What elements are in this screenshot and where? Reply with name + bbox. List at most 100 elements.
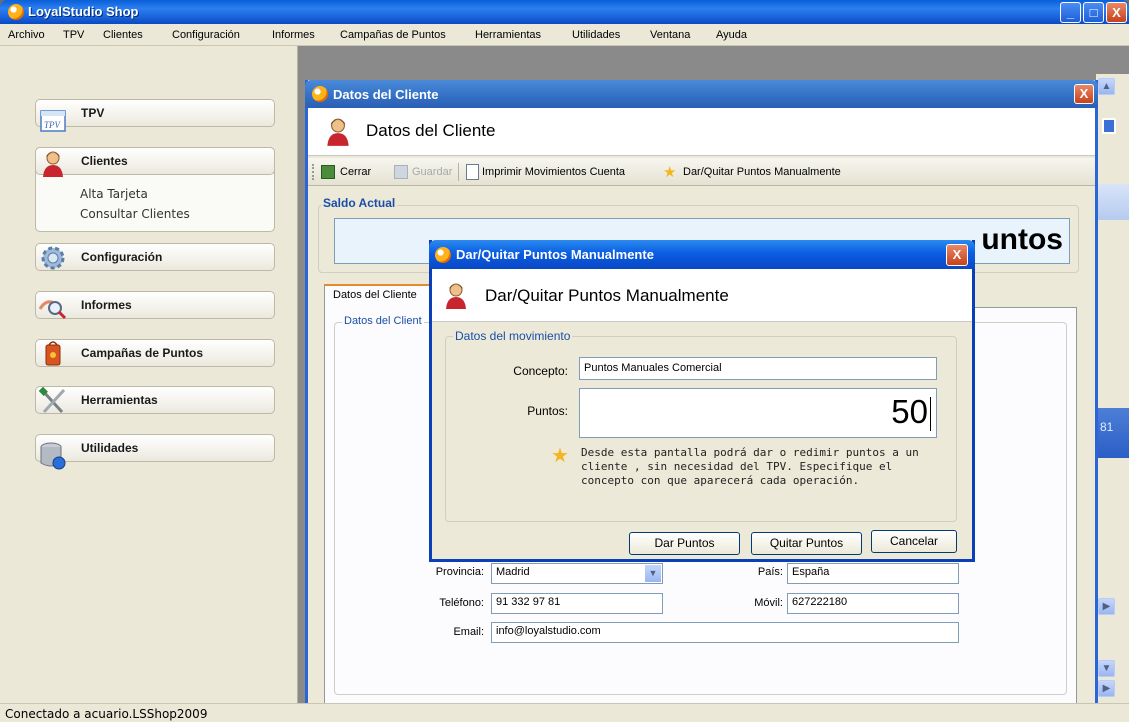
menu-tpv[interactable]: TPV <box>63 29 84 41</box>
save-icon <box>394 165 408 179</box>
app-logo-icon <box>8 4 24 20</box>
client-header-icon <box>327 118 349 146</box>
nav-informes-label: Informes <box>81 298 132 312</box>
movil-field[interactable]: 627222180 <box>787 593 959 614</box>
menu-bar: Archivo TPV Clientes Configuración Infor… <box>0 24 1129 46</box>
menu-configuracion[interactable]: Configuración <box>172 29 240 41</box>
dialog-heading: Dar/Quitar Puntos Manualmente <box>485 286 729 305</box>
cancelar-button[interactable]: Cancelar <box>871 530 957 553</box>
nav-herramientas-label: Herramientas <box>81 393 158 407</box>
email-label: Email: <box>453 626 484 638</box>
tab-datos-cliente[interactable]: Datos del Cliente <box>324 284 432 308</box>
nav-campanas-label: Campañas de Puntos <box>81 346 204 360</box>
email-value: info@loyalstudio.com <box>496 625 601 637</box>
window-icon <box>1102 118 1116 134</box>
menu-campanas[interactable]: Campañas de Puntos <box>340 29 446 41</box>
saldo-group-title: Saldo Actual <box>321 196 398 210</box>
gear-icon <box>41 246 65 270</box>
app-title: LoyalStudio Shop <box>28 4 139 19</box>
nav-campanas-button[interactable]: Campañas de Puntos <box>35 339 275 367</box>
scroll-down-button[interactable]: ▼ <box>1098 660 1115 677</box>
menu-archivo[interactable]: Archivo <box>8 29 45 41</box>
nav-informes-button[interactable]: Informes <box>35 291 275 319</box>
nav-utilidades-button[interactable]: Utilidades <box>35 434 275 462</box>
text-cursor <box>930 397 931 431</box>
scroll-up-button[interactable]: ▲ <box>1098 78 1115 95</box>
status-bar: Conectado a acuario.LSShop2009 <box>0 703 1129 722</box>
status-text: Conectado a acuario.LSShop2009 <box>5 707 208 721</box>
nav-clientes-label: Clientes <box>81 154 128 168</box>
tab-datos-cliente-label: Datos del Cliente <box>333 289 417 301</box>
nav-configuracion-button[interactable]: Configuración <box>35 243 275 271</box>
toolbar-imprimir-button[interactable]: Imprimir Movimientos Cuenta <box>482 166 625 178</box>
print-icon <box>466 164 479 180</box>
puntos-value: 50 <box>891 393 928 430</box>
maximize-button[interactable]: □ <box>1083 2 1104 23</box>
movil-value: 627222180 <box>792 596 848 608</box>
quitar-puntos-button[interactable]: Quitar Puntos <box>751 532 862 555</box>
telefono-value: 91 332 97 81 <box>496 596 561 608</box>
provincia-select[interactable]: Madrid ▼ <box>491 563 663 584</box>
navigation-pane: TPV TPV Clientes Alta Tarjeta Consultar … <box>0 46 298 703</box>
background-window-fragment: 81 ▲ ▶ ▼ ▶ <box>1096 74 1129 703</box>
nav-configuracion-label: Configuración <box>81 250 163 264</box>
nav-utilidades-label: Utilidades <box>81 441 139 455</box>
provincia-value: Madrid <box>496 566 530 578</box>
menu-clientes[interactable]: Clientes <box>103 29 143 41</box>
star-icon: ★ <box>663 164 677 181</box>
movil-label: Móvil: <box>754 597 783 609</box>
client-window-titlebar: Datos del Cliente X <box>305 80 1098 108</box>
pais-value: España <box>792 566 830 578</box>
scroll-right-button-2[interactable]: ▶ <box>1098 680 1115 697</box>
minimize-button[interactable]: _ <box>1060 2 1081 23</box>
info-star-icon: ★ <box>551 445 569 467</box>
telefono-field[interactable]: 91 332 97 81 <box>491 593 663 614</box>
client-data-group-title: Datos del Client <box>342 315 424 327</box>
bag-icon <box>45 341 61 366</box>
nav-tpv-label: TPV <box>81 106 105 120</box>
email-field[interactable]: info@loyalstudio.com <box>491 622 959 643</box>
app-titlebar: LoyalStudio Shop _ □ X <box>0 0 1129 24</box>
tools-icon <box>38 386 66 414</box>
dar-puntos-button[interactable]: Dar Puntos <box>629 532 740 555</box>
dialog-header: Dar/Quitar Puntos Manualmente <box>432 269 972 322</box>
puntos-label: Puntos: <box>527 404 568 418</box>
toolbar-dar-quitar-button[interactable]: Dar/Quitar Puntos Manualmente <box>683 166 841 178</box>
provincia-label: Provincia: <box>435 566 484 578</box>
movement-group-title: Datos del movimiento <box>453 329 573 343</box>
menu-ayuda[interactable]: Ayuda <box>716 29 747 41</box>
nav-alta-tarjeta[interactable]: Alta Tarjeta <box>80 187 148 201</box>
client-window-heading: Datos del Cliente <box>366 121 496 140</box>
dialog-info-text: Desde esta pantalla podrá dar o redimir … <box>581 446 919 487</box>
nav-tpv-button[interactable]: TPV <box>35 99 275 127</box>
close-button[interactable]: X <box>1106 2 1127 23</box>
database-icon <box>40 442 66 470</box>
menu-utilidades[interactable]: Utilidades <box>572 29 620 41</box>
nav-clientes-button[interactable]: Clientes <box>35 147 275 175</box>
menu-herramientas[interactable]: Herramientas <box>475 29 541 41</box>
menu-ventana[interactable]: Ventana <box>650 29 690 41</box>
magnifier-icon <box>38 300 67 320</box>
client-window-logo-icon <box>312 86 328 102</box>
toolbar-cerrar-button[interactable]: Cerrar <box>340 166 371 178</box>
scroll-right-button[interactable]: ▶ <box>1098 598 1115 615</box>
toolbar-guardar-button[interactable]: Guardar <box>412 166 452 178</box>
client-window-close-button[interactable]: X <box>1074 84 1094 104</box>
dialog-close-button[interactable]: X <box>946 244 968 266</box>
nav-consultar-clientes[interactable]: Consultar Clientes <box>80 207 190 221</box>
tpv-icon: TPV <box>40 110 66 132</box>
nav-herramientas-button[interactable]: Herramientas <box>35 386 275 414</box>
concepto-input[interactable]: Puntos Manuales Comercial <box>579 357 937 380</box>
svg-text:TPV: TPV <box>44 120 62 130</box>
chevron-down-icon[interactable]: ▼ <box>645 565 661 582</box>
pais-field[interactable]: España <box>787 563 959 584</box>
pais-label: País: <box>757 566 783 578</box>
exit-icon <box>321 165 335 179</box>
telefono-label: Teléfono: <box>439 597 484 609</box>
dialog-title: Dar/Quitar Puntos Manualmente <box>456 247 654 262</box>
puntos-input[interactable]: 50 <box>579 388 937 438</box>
right-fragment-text: 81 <box>1100 420 1114 434</box>
menu-informes[interactable]: Informes <box>272 29 315 41</box>
saldo-value: untos <box>981 223 1063 256</box>
dialog-header-icon <box>446 283 466 309</box>
